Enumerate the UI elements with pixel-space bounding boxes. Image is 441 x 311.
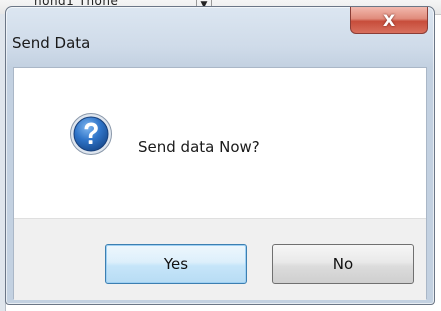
yes-button[interactable]: Yes: [105, 244, 247, 284]
close-button[interactable]: X: [350, 7, 428, 34]
yes-button-label: Yes: [163, 255, 189, 273]
message-area: Send data Now?: [14, 68, 426, 218]
button-bar: Yes No: [14, 218, 426, 300]
dialog-title: Send Data: [12, 34, 91, 52]
no-button-label: No: [332, 255, 354, 273]
question-icon: [70, 113, 112, 155]
close-icon: X: [382, 10, 396, 30]
dialog-message: Send data Now?: [138, 138, 260, 156]
dialog-title-bar[interactable]: Send Data X: [6, 7, 434, 67]
dialog-content: Send data Now? Yes No: [13, 67, 427, 300]
send-data-dialog: Send Data X Send data Now? Yes No: [5, 6, 435, 305]
no-button[interactable]: No: [272, 244, 414, 284]
